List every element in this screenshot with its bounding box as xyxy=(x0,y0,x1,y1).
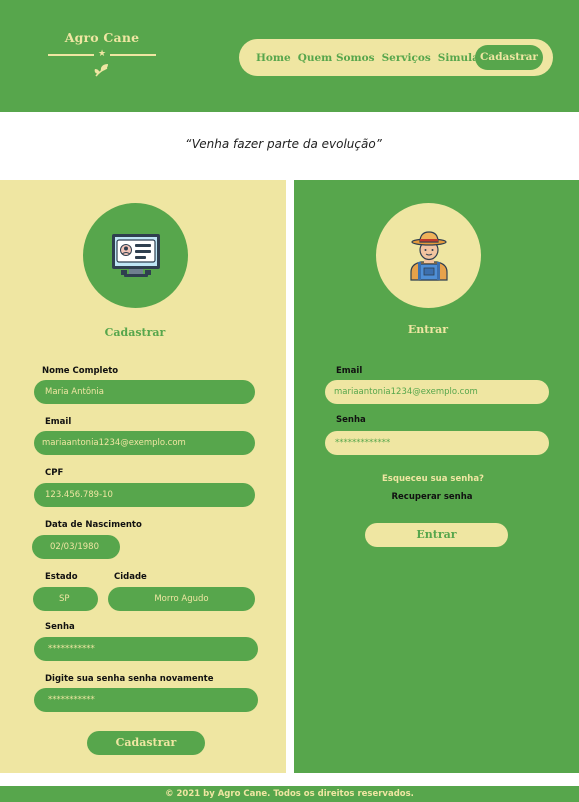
recover-password-link[interactable]: Recuperar senha xyxy=(294,492,570,502)
forgot-password-link[interactable]: Esqueceu sua senha? xyxy=(294,474,572,484)
name-field[interactable]: Maria Antônia xyxy=(34,380,255,404)
logo[interactable]: Agro Cane ★ xyxy=(46,30,158,80)
nav-quem-somos[interactable]: Quem Somos xyxy=(298,52,375,64)
cpf-label: CPF xyxy=(45,468,64,478)
site-header: Agro Cane ★ Home Quem Somos Serviços Sim… xyxy=(0,0,579,112)
farmer-icon xyxy=(409,230,448,281)
nav-home[interactable]: Home xyxy=(256,52,291,64)
leaf-icon xyxy=(46,62,158,80)
register-panel: Cadastrar Nome Completo Maria Antônia Em… xyxy=(0,180,286,773)
nav-servicos[interactable]: Serviços xyxy=(382,52,431,64)
email-label: Email xyxy=(45,417,72,427)
star-icon: ★ xyxy=(97,49,107,59)
name-label: Nome Completo xyxy=(42,366,119,376)
password-field[interactable]: *********** xyxy=(34,637,258,661)
register-title: Cadastrar xyxy=(104,326,166,339)
state-select[interactable]: SP xyxy=(33,587,98,611)
login-email-field[interactable]: mariaantonia1234@exemplo.com xyxy=(325,380,549,404)
nav-cadastrar-button[interactable]: Cadastrar xyxy=(475,45,543,70)
tagline: “Venha fazer parte da evolução” xyxy=(185,137,382,151)
login-icon-badge xyxy=(376,203,481,308)
login-submit-button[interactable]: Entrar xyxy=(365,523,508,547)
login-password-field[interactable]: ************* xyxy=(325,431,549,455)
register-submit-button[interactable]: Cadastrar xyxy=(87,731,205,755)
computer-profile-icon xyxy=(111,233,160,277)
cpf-field[interactable]: 123.456.789-10 xyxy=(34,483,255,507)
password-confirm-field[interactable]: *********** xyxy=(34,688,258,712)
login-panel: Entrar Email mariaantonia1234@exemplo.co… xyxy=(294,180,579,773)
logo-divider: ★ xyxy=(46,49,158,60)
register-icon-badge xyxy=(83,203,188,308)
main-nav: Home Quem Somos Serviços Simulador Cadas… xyxy=(239,39,553,76)
birth-date-field[interactable]: 02/03/1980 xyxy=(32,535,120,559)
city-label: Cidade xyxy=(114,572,147,582)
footer-copyright: © 2021 by Agro Cane. Todos os direitos r… xyxy=(0,786,579,802)
state-label: Estado xyxy=(45,572,78,582)
city-field[interactable]: Morro Agudo xyxy=(108,587,255,611)
password-label: Senha xyxy=(45,622,75,632)
password-confirm-label: Digite sua senha senha novamente xyxy=(45,674,214,684)
login-title: Entrar xyxy=(407,323,449,336)
login-password-label: Senha xyxy=(336,415,366,425)
email-field[interactable]: mariaantonia1234@exemplo.com xyxy=(34,431,255,455)
birth-label: Data de Nascimento xyxy=(45,520,142,530)
login-email-label: Email xyxy=(336,366,363,376)
logo-title: Agro Cane xyxy=(64,30,140,45)
